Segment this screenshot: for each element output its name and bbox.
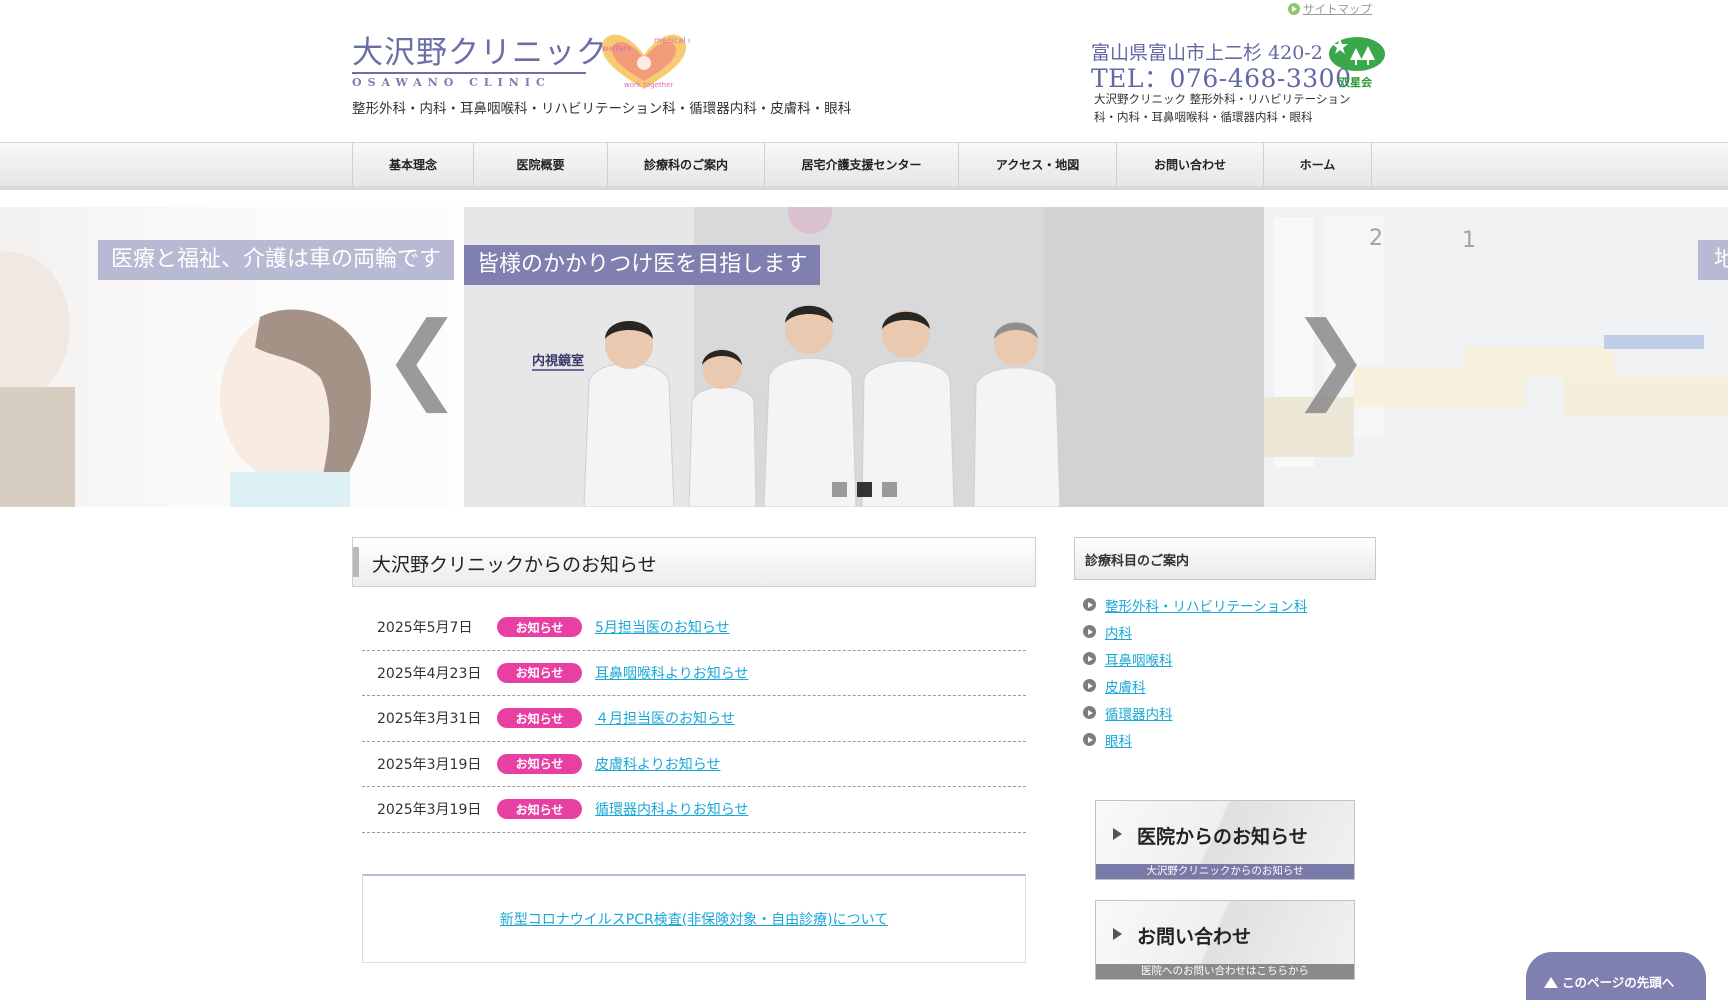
badge-word-medical: medical care	[654, 36, 690, 45]
logo-text-jp: 大沢野クリニック	[352, 35, 608, 71]
department-link-ophthalmology[interactable]: 眼科	[1105, 730, 1132, 750]
nav-item-access[interactable]: アクセス・地図	[959, 143, 1117, 186]
slider-dot-2[interactable]	[857, 482, 872, 497]
news-link[interactable]: 循環器内科よりお知らせ	[595, 799, 748, 819]
news-date: 2025年3月19日	[377, 756, 482, 773]
department-link-internal[interactable]: 内科	[1105, 622, 1132, 642]
nav-item-contact[interactable]: お問い合わせ	[1117, 143, 1264, 186]
arrow-circle-icon	[1083, 706, 1096, 719]
news-badge: お知らせ	[497, 617, 582, 638]
news-item: 2025年5月7日 お知らせ 5月担当医のお知らせ	[362, 605, 1026, 651]
news-banner[interactable]: 医院からのお知らせ 大沢野クリニックからのお知らせ	[1095, 800, 1355, 880]
arrow-circle-icon	[1083, 598, 1096, 611]
news-list: 2025年5月7日 お知らせ 5月担当医のお知らせ 2025年4月23日 お知ら…	[362, 605, 1026, 833]
heart-logo-icon: welfare medical care work together	[602, 34, 690, 89]
nav-item-departments[interactable]: 診療科のご案内	[608, 143, 765, 186]
slider-pagination	[832, 482, 897, 497]
news-link[interactable]: 皮膚科よりお知らせ	[595, 754, 720, 774]
slide-caption-center: 皆様のかかりつけ医を目指します	[464, 245, 821, 285]
nav-item-care-center[interactable]: 居宅介護支援センター	[765, 143, 959, 186]
news-item: 2025年3月19日 お知らせ 皮膚科よりお知らせ	[362, 742, 1026, 787]
department-list-item: 眼科	[1083, 726, 1307, 753]
slide-doctors: 内視鏡室 皆様のかかりつけ医を目指します	[464, 207, 1264, 507]
news-date: 2025年5月7日	[377, 620, 473, 637]
department-link-orthopedics[interactable]: 整形外科・リハビリテーション科	[1105, 595, 1307, 615]
slide-caption-left: 医療と福祉、介護は車の両輪です	[98, 240, 455, 280]
play-triangle-icon	[1113, 928, 1122, 940]
news-badge: お知らせ	[497, 799, 582, 820]
contact-banner-subtitle: 医院へのお問い合わせはこちらから	[1096, 964, 1354, 979]
department-link-dermatology[interactable]: 皮膚科	[1105, 676, 1146, 696]
up-triangle-icon	[1544, 977, 1558, 988]
nav-item-philosophy[interactable]: 基本理念	[353, 143, 474, 186]
department-list-item: 内科	[1083, 618, 1307, 645]
svg-text:1: 1	[1462, 228, 1476, 253]
news-badge: お知らせ	[497, 753, 582, 774]
department-list-item: 耳鼻咽喉科	[1083, 645, 1307, 672]
sitemap-link[interactable]: サイトマップ	[1288, 1, 1372, 17]
news-link[interactable]: ４月担当医のお知らせ	[595, 708, 735, 728]
arrow-circle-icon	[1083, 625, 1096, 638]
department-tagline: 整形外科・内科・耳鼻咽喉科・リハビリテーション科・循環器内科・皮膚科・眼科	[352, 101, 852, 117]
global-nav: 基本理念 医院概要 診療科のご案内 居宅介護支援センター アクセス・地図 お問い…	[0, 142, 1728, 190]
badge-word-welfare: welfare	[602, 44, 632, 53]
group-name: 双星会	[1339, 76, 1372, 89]
header-info-text: 大沢野クリニック 整形外科・リハビリテーション科・内科・耳鼻咽喉科・循環器内科・…	[1094, 92, 1351, 124]
news-item: 2025年4月23日 お知らせ 耳鼻咽喉科よりお知らせ	[362, 651, 1026, 696]
news-date: 2025年3月31日	[377, 711, 482, 728]
arrow-circle-icon	[1288, 3, 1300, 15]
department-link-cardiology[interactable]: 循環器内科	[1105, 703, 1173, 723]
news-section-header: 大沢野クリニックからのお知らせ	[352, 537, 1036, 587]
hero-slider: 医療と福祉、介護は車の両輪です 内視鏡室 皆様のかかりつけ医を目指します 2 1…	[0, 207, 1728, 507]
nav-menu: 基本理念 医院概要 診療科のご案内 居宅介護支援センター アクセス・地図 お問い…	[352, 143, 1372, 186]
department-link-ent[interactable]: 耳鼻咽喉科	[1105, 649, 1173, 669]
slider-dot-3[interactable]	[882, 482, 897, 497]
news-banner-subtitle: 大沢野クリニックからのお知らせ	[1096, 864, 1354, 879]
badge-word-work: work together	[624, 81, 673, 89]
logo-text-en: OSAWANO CLINIC	[352, 76, 551, 89]
arrow-circle-icon	[1083, 679, 1096, 692]
department-list-item: 整形外科・リハビリテーション科	[1083, 591, 1307, 618]
svg-text:2: 2	[1369, 226, 1383, 251]
slider-prev-arrow-icon[interactable]: ❮	[382, 309, 462, 405]
news-link[interactable]: 5月担当医のお知らせ	[595, 617, 730, 637]
pcr-notice-link[interactable]: 新型コロナウイルスPCR検査(非保険対象・自由診療)について	[500, 909, 888, 929]
play-triangle-icon	[1113, 828, 1122, 840]
sitemap-label: サイトマップ	[1303, 2, 1372, 16]
sidebar-heading: 診療科目のご案内	[1074, 537, 1376, 580]
news-badge: お知らせ	[497, 708, 582, 729]
news-item: 2025年3月31日 お知らせ ４月担当医のお知らせ	[362, 696, 1026, 742]
news-banner-title: 医院からのお知らせ	[1137, 826, 1308, 848]
arrow-circle-icon	[1083, 652, 1096, 665]
arrow-circle-icon	[1083, 733, 1096, 746]
clinic-logo[interactable]: 大沢野クリニック OSAWANO CLINIC welfare medical …	[352, 34, 690, 90]
nav-item-overview[interactable]: 医院概要	[474, 143, 608, 186]
slider-dot-1[interactable]	[832, 482, 847, 497]
news-badge: お知らせ	[497, 662, 582, 683]
back-to-top-button[interactable]: このページの先頭へ	[1526, 952, 1706, 1000]
slider-next-arrow-icon[interactable]: ❯	[1290, 309, 1370, 405]
back-to-top-label: このページの先頭へ	[1562, 975, 1675, 990]
contact-banner[interactable]: お問い合わせ 医院へのお問い合わせはこちらから	[1095, 900, 1355, 980]
nav-item-home[interactable]: ホーム	[1264, 143, 1372, 186]
department-list-item: 皮膚科	[1083, 672, 1307, 699]
logo-underline	[352, 72, 586, 74]
news-item: 2025年3月19日 お知らせ 循環器内科よりお知らせ	[362, 787, 1026, 833]
room-sign-endoscopy: 内視鏡室	[532, 350, 585, 371]
department-list: 整形外科・リハビリテーション科 内科 耳鼻咽喉科 皮膚科 循環器内科 眼科	[1083, 591, 1307, 753]
pcr-notice-box: 新型コロナウイルスPCR検査(非保険対象・自由診療)について	[362, 874, 1026, 963]
department-list-item: 循環器内科	[1083, 699, 1307, 726]
slide-caption-right: 地	[1698, 240, 1728, 280]
news-heading: 大沢野クリニックからのお知らせ	[372, 554, 657, 576]
news-date: 2025年4月23日	[377, 665, 482, 682]
contact-banner-title: お問い合わせ	[1137, 926, 1252, 948]
news-link[interactable]: 耳鼻咽喉科よりお知らせ	[595, 663, 748, 683]
news-date: 2025年3月19日	[377, 802, 482, 819]
